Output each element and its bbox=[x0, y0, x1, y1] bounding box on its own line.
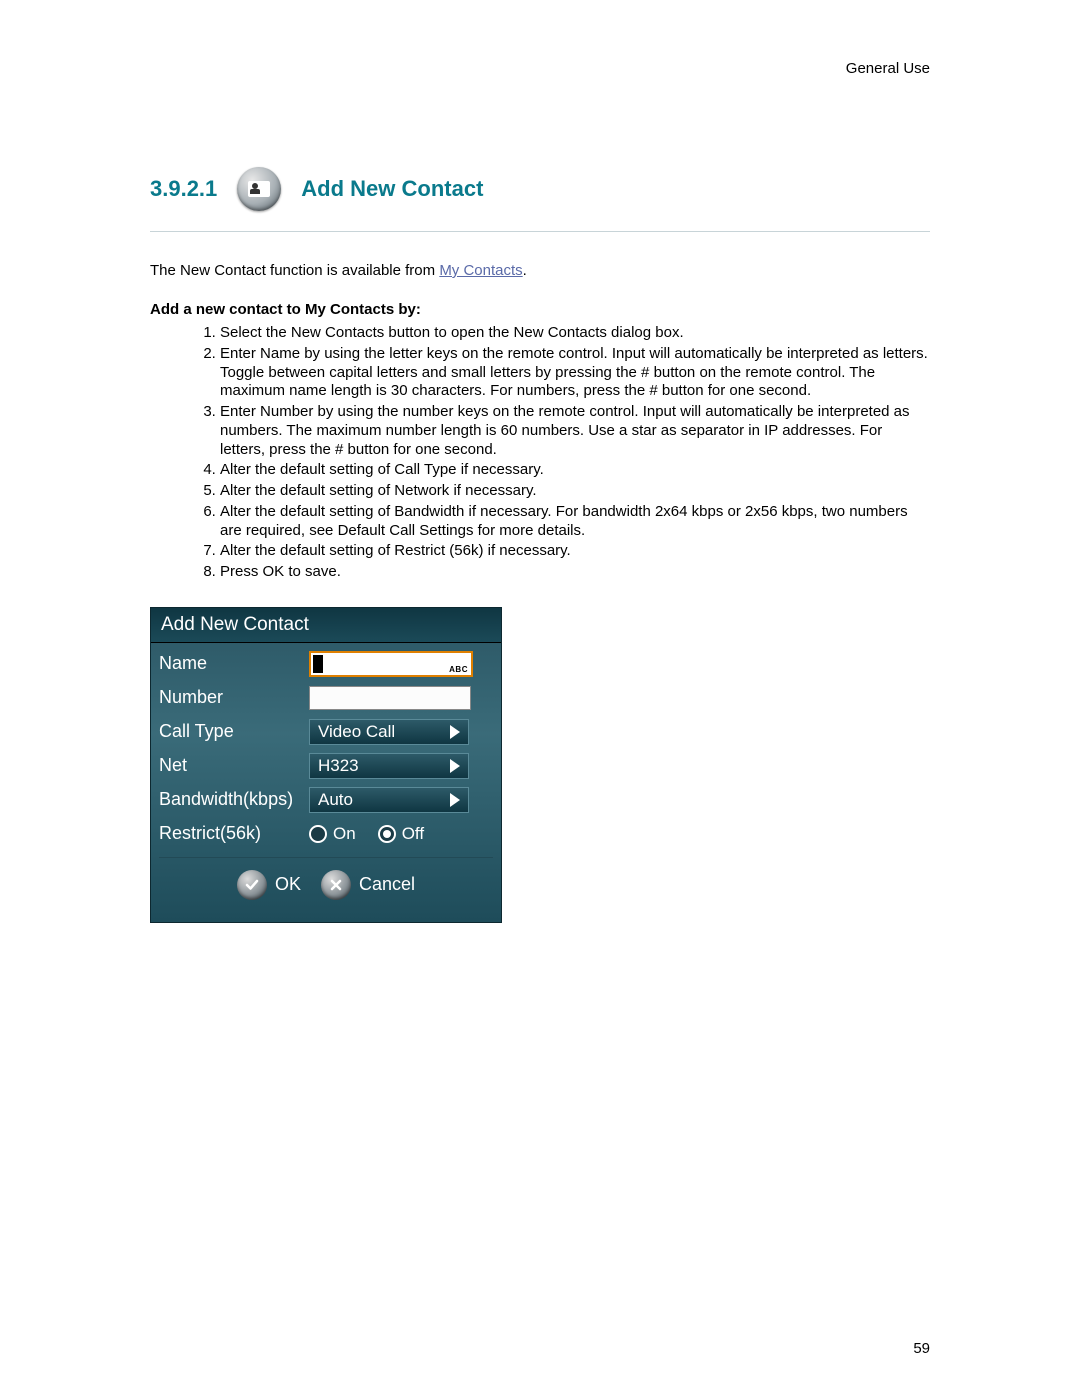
restrict-off-option[interactable]: Off bbox=[378, 824, 424, 844]
dialog-title: Add New Contact bbox=[151, 608, 501, 643]
row-name: Name ABC bbox=[159, 647, 493, 681]
step-item: Alter the default setting of Network if … bbox=[220, 482, 930, 501]
input-mode-indicator: ABC bbox=[449, 665, 468, 674]
contact-card-icon bbox=[237, 167, 281, 211]
page-number: 59 bbox=[913, 1340, 930, 1357]
steps-list: Select the New Contacts button to open t… bbox=[150, 324, 930, 582]
section-title: Add New Contact bbox=[301, 176, 483, 202]
restrict-on-label: On bbox=[333, 824, 356, 844]
arrow-right-icon bbox=[450, 793, 460, 807]
step-item: Alter the default setting of Call Type i… bbox=[220, 461, 930, 480]
radio-icon bbox=[378, 825, 396, 843]
step-item: Enter Number by using the number keys on… bbox=[220, 403, 930, 459]
name-input[interactable]: ABC bbox=[309, 651, 473, 677]
label-name: Name bbox=[159, 653, 309, 674]
net-select[interactable]: H323 bbox=[309, 753, 469, 779]
cancel-button[interactable]: Cancel bbox=[321, 870, 415, 900]
add-new-contact-dialog: Add New Contact Name ABC Number Call Ty bbox=[150, 607, 502, 923]
close-icon bbox=[321, 870, 351, 900]
section-heading: 3.9.2.1 Add New Contact bbox=[150, 167, 930, 211]
row-call-type: Call Type Video Call bbox=[159, 715, 493, 749]
label-call-type: Call Type bbox=[159, 721, 309, 742]
step-item: Enter Name by using the letter keys on t… bbox=[220, 345, 930, 401]
check-icon bbox=[237, 870, 267, 900]
steps-subheading: Add a new contact to My Contacts by: bbox=[150, 301, 930, 318]
arrow-right-icon bbox=[450, 759, 460, 773]
step-item: Alter the default setting of Bandwidth i… bbox=[220, 503, 930, 541]
step-item: Alter the default setting of Restrict (5… bbox=[220, 542, 930, 561]
intro-after: . bbox=[523, 262, 527, 279]
step-item: Press OK to save. bbox=[220, 563, 930, 582]
radio-icon bbox=[309, 825, 327, 843]
row-bandwidth: Bandwidth(kbps) Auto bbox=[159, 783, 493, 817]
bandwidth-value: Auto bbox=[318, 790, 353, 810]
section-divider bbox=[150, 231, 930, 232]
label-number: Number bbox=[159, 687, 309, 708]
label-bandwidth: Bandwidth(kbps) bbox=[159, 789, 309, 810]
label-net: Net bbox=[159, 755, 309, 776]
restrict-on-option[interactable]: On bbox=[309, 824, 356, 844]
restrict-radio-group: On Off bbox=[309, 824, 469, 844]
ok-label: OK bbox=[275, 874, 301, 895]
row-net: Net H323 bbox=[159, 749, 493, 783]
net-value: H323 bbox=[318, 756, 359, 776]
cancel-label: Cancel bbox=[359, 874, 415, 895]
my-contacts-link[interactable]: My Contacts bbox=[439, 262, 522, 279]
intro-text: The New Contact function is available fr… bbox=[150, 262, 930, 279]
step-item: Select the New Contacts button to open t… bbox=[220, 324, 930, 343]
ok-button[interactable]: OK bbox=[237, 870, 301, 900]
arrow-right-icon bbox=[450, 725, 460, 739]
row-restrict: Restrict(56k) On Off bbox=[159, 817, 493, 851]
call-type-select[interactable]: Video Call bbox=[309, 719, 469, 745]
label-restrict: Restrict(56k) bbox=[159, 823, 309, 844]
row-number: Number bbox=[159, 681, 493, 715]
intro-before: The New Contact function is available fr… bbox=[150, 262, 439, 279]
call-type-value: Video Call bbox=[318, 722, 395, 742]
dialog-button-row: OK Cancel bbox=[159, 857, 493, 914]
section-number: 3.9.2.1 bbox=[150, 176, 217, 202]
header-category: General Use bbox=[150, 60, 930, 77]
number-input[interactable] bbox=[309, 686, 471, 710]
restrict-off-label: Off bbox=[402, 824, 424, 844]
text-cursor bbox=[313, 655, 323, 673]
bandwidth-select[interactable]: Auto bbox=[309, 787, 469, 813]
